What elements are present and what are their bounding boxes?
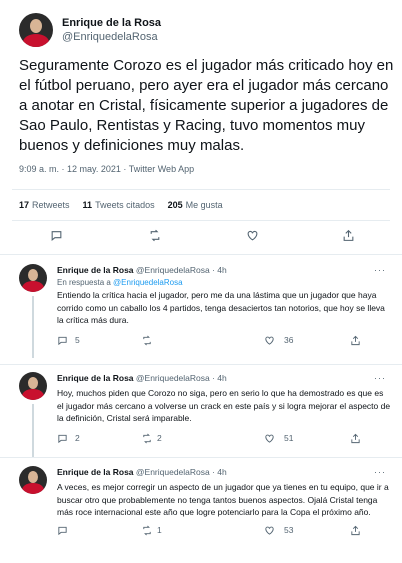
like-count: 36	[284, 334, 294, 345]
share-icon[interactable]	[350, 335, 361, 348]
reply-actions: 5 36	[57, 335, 392, 349]
reply-icon[interactable]	[50, 229, 63, 245]
retweet-count: 2	[157, 432, 162, 443]
reply-actions: 1 53	[57, 525, 392, 539]
reply-icon[interactable]	[57, 433, 68, 446]
more-icon[interactable]: ···	[374, 372, 386, 384]
like-count: 53	[284, 524, 294, 535]
reply-author-name[interactable]: Enrique de la Rosa	[57, 467, 134, 477]
divider	[0, 254, 402, 255]
likes-stat[interactable]: 205 Me gusta	[168, 200, 223, 210]
author-handle[interactable]: @EnriquedelaRosa	[62, 30, 161, 44]
reply-handle-time[interactable]: @EnriquedelaRosa · 4h	[136, 467, 227, 477]
retweet-icon[interactable]	[141, 335, 153, 348]
reply-count: 5	[75, 334, 80, 345]
author-name[interactable]: Enrique de la Rosa	[62, 16, 161, 30]
main-tweet-actions	[0, 229, 402, 247]
replying-to-link[interactable]: @EnriquedelaRosa	[113, 278, 183, 287]
tweet-stats: 17 Retweets 11 Tweets citados 205 Me gusta	[19, 200, 223, 210]
replying-to: En respuesta a @EnriquedelaRosa	[57, 278, 183, 287]
reply-text: Entiendo la crítica hacia el jugador, pe…	[57, 290, 385, 325]
reply-text: A veces, es mejor corregir un aspecto de…	[57, 482, 389, 517]
reply-handle-time[interactable]: @EnriquedelaRosa · 4h	[136, 373, 227, 383]
divider	[0, 457, 402, 458]
quotes-stat[interactable]: 11 Tweets citados	[83, 200, 155, 210]
reply-text: Hoy, muchos piden que Corozo no siga, pe…	[57, 388, 391, 423]
more-icon[interactable]: ···	[374, 264, 386, 276]
heart-icon[interactable]	[264, 433, 275, 446]
avatar[interactable]	[19, 264, 47, 292]
divider	[12, 189, 390, 190]
avatar[interactable]	[19, 372, 47, 400]
main-tweet-header: Enrique de la Rosa @EnriquedelaRosa	[19, 13, 161, 47]
share-icon[interactable]	[350, 525, 361, 538]
tweet-meta[interactable]: 9:09 a. m. · 12 may. 2021 · Twitter Web …	[19, 164, 194, 174]
heart-icon[interactable]	[264, 525, 275, 538]
avatar[interactable]	[19, 13, 53, 47]
divider	[12, 220, 390, 221]
tweet-text: Seguramente Corozo es el jugador más cri…	[19, 57, 394, 154]
reply-icon[interactable]	[57, 335, 68, 348]
share-icon[interactable]	[342, 229, 355, 245]
more-icon[interactable]: ···	[374, 466, 386, 478]
avatar[interactable]	[19, 466, 47, 494]
reply-handle-time[interactable]: @EnriquedelaRosa · 4h	[136, 265, 227, 275]
reply-actions: 2 2 51	[57, 433, 392, 447]
share-icon[interactable]	[350, 433, 361, 446]
reply-icon[interactable]	[57, 525, 68, 538]
heart-icon[interactable]	[264, 335, 275, 348]
reply-count: 2	[75, 432, 80, 443]
retweet-icon[interactable]	[141, 525, 153, 538]
like-count: 51	[284, 432, 294, 443]
heart-icon[interactable]	[246, 229, 259, 245]
retweet-icon[interactable]	[148, 229, 162, 245]
reply-author-name[interactable]: Enrique de la Rosa	[57, 265, 134, 275]
retweet-icon[interactable]	[141, 433, 153, 446]
retweets-stat[interactable]: 17 Retweets	[19, 200, 70, 210]
reply-author-name[interactable]: Enrique de la Rosa	[57, 373, 134, 383]
divider	[0, 364, 402, 365]
retweet-count: 1	[157, 524, 162, 535]
thread-line	[32, 296, 34, 358]
thread-line	[32, 404, 34, 458]
